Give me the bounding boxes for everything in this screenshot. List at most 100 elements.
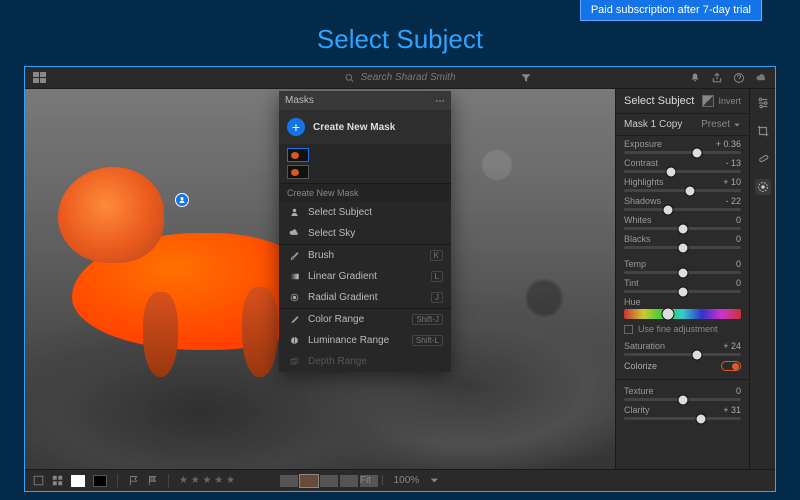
mask-tool-brush[interactable]: Brush K (279, 245, 451, 266)
grid-small-icon[interactable] (52, 475, 63, 486)
image-canvas[interactable]: Masks + Create New Mask Create New Mask … (25, 89, 615, 469)
preset-dropdown[interactable]: Preset (701, 119, 741, 130)
slider-value: + 31 (723, 405, 741, 415)
checkbox-label: Use fine adjustment (638, 324, 718, 334)
slider-value: 0 (736, 215, 741, 225)
mask-pin-icon[interactable] (175, 193, 189, 207)
slider-whites[interactable]: Whites0 (616, 212, 749, 231)
mask-item-select-subject[interactable]: Select Subject (279, 202, 451, 223)
share-icon[interactable] (711, 72, 723, 84)
masks-section-label: Create New Mask (279, 183, 451, 202)
luminance-icon (289, 335, 300, 346)
kbd-hint: Shift-J (412, 314, 443, 325)
invert-button[interactable]: Invert (702, 95, 741, 107)
bell-icon[interactable] (689, 72, 701, 84)
slider-shadows[interactable]: Shadows - 22 (616, 193, 749, 212)
mask-item-label: Select Sky (308, 228, 355, 239)
slider-temp[interactable]: Temp 0 (616, 256, 749, 275)
mask-range-color[interactable]: Color Range Shift-J (279, 309, 451, 330)
preset-label: Preset (701, 119, 730, 130)
topbar: Search Sharad Smith (25, 67, 775, 89)
mask-tool-radial-gradient[interactable]: Radial Gradient J (279, 287, 451, 308)
invert-label: Invert (718, 96, 741, 106)
search-input[interactable]: Search Sharad Smith (344, 72, 455, 83)
mask-item-select-sky[interactable]: Select Sky (279, 223, 451, 244)
tool-masking[interactable] (755, 179, 771, 195)
slider-label: Exposure (624, 139, 662, 149)
kbd-hint: K (430, 250, 443, 261)
mask-item-label: Luminance Range (308, 335, 389, 346)
slider-hue[interactable]: Hue (616, 294, 749, 320)
mask-range-luminance[interactable]: Luminance Range Shift-L (279, 330, 451, 351)
square-view-icon[interactable] (33, 475, 44, 486)
search-icon (344, 73, 354, 83)
slider-label: Texture (624, 386, 654, 396)
thumb-active[interactable] (300, 475, 318, 487)
slider-value: + 24 (723, 341, 741, 351)
tool-heal[interactable] (755, 151, 771, 167)
slider-value: 0 (736, 259, 741, 269)
slider-label: Temp (624, 259, 646, 269)
search-placeholder: Search Sharad Smith (360, 72, 455, 83)
slider-texture[interactable]: Texture 0 (616, 383, 749, 402)
mask-item-label: Depth Range (308, 356, 367, 367)
slider-clarity[interactable]: Clarity + 31 (616, 402, 749, 421)
slider-blacks[interactable]: Blacks0 (616, 231, 749, 250)
divider (117, 474, 118, 488)
tool-rail (749, 89, 775, 469)
slider-highlights[interactable]: Highlights+ 10 (616, 174, 749, 193)
fit-button[interactable]: Fit (360, 475, 371, 486)
help-icon[interactable] (733, 72, 745, 84)
thumb[interactable] (340, 475, 358, 487)
kbd-hint: Shift-L (412, 335, 443, 346)
slider-label: Blacks (624, 234, 651, 244)
slider-saturation[interactable]: Saturation+ 24 (616, 338, 749, 357)
slider-label: Tint (624, 278, 639, 288)
zoom-level[interactable]: 100% (394, 475, 420, 486)
tool-edit[interactable] (755, 95, 771, 111)
kbd-hint: L (431, 271, 443, 282)
person-icon (289, 207, 300, 218)
thumb[interactable] (320, 475, 338, 487)
mask-item-label: Color Range (308, 314, 364, 325)
mask-item-label: Brush (308, 250, 334, 261)
mask-item-label: Linear Gradient (308, 271, 377, 282)
flag-reject-icon[interactable] (147, 475, 158, 486)
chevron-down-icon[interactable] (429, 475, 440, 486)
slider-contrast[interactable]: Contrast- 13 (616, 155, 749, 174)
slider-value: - 22 (725, 196, 741, 206)
mask-thumb-1[interactable] (287, 148, 309, 162)
slider-tint[interactable]: Tint0 (616, 275, 749, 294)
slider-label: Hue (624, 297, 641, 307)
slider-label: Contrast (624, 158, 658, 168)
slider-exposure[interactable]: Exposure + 0.36 (616, 136, 749, 155)
mask-item-label: Select Subject (308, 207, 372, 218)
sky-icon (289, 228, 300, 239)
slider-label: Shadows (624, 196, 661, 206)
toggle-label: Colorize (624, 361, 657, 371)
mask-thumb-2[interactable] (287, 165, 309, 179)
swatch-black[interactable] (93, 475, 107, 487)
slider-value: 0 (736, 386, 741, 396)
cloud-icon[interactable] (755, 72, 767, 84)
slider-label: Highlights (624, 177, 664, 187)
mask-name-row[interactable]: Mask 1 Copy Preset (616, 114, 749, 136)
create-new-mask-label: Create New Mask (313, 122, 395, 133)
invert-icon (702, 95, 714, 107)
zoom-controls: Fit | 100% (360, 475, 440, 486)
thumb[interactable] (280, 475, 298, 487)
overflow-icon[interactable] (435, 96, 445, 106)
swatch-white[interactable] (71, 475, 85, 487)
slider-label: Clarity (624, 405, 650, 415)
masks-popover-header[interactable]: Masks (279, 91, 451, 110)
grid-view-icon[interactable] (33, 72, 47, 84)
fine-adjustment-checkbox[interactable]: Use fine adjustment (616, 320, 749, 338)
tool-crop[interactable] (755, 123, 771, 139)
brush-icon (289, 250, 300, 261)
flag-pick-icon[interactable] (128, 475, 139, 486)
slider-value: + 0.36 (716, 139, 741, 149)
mask-tool-linear-gradient[interactable]: Linear Gradient L (279, 266, 451, 287)
colorize-toggle[interactable]: Colorize (616, 357, 749, 375)
filter-icon[interactable] (520, 72, 532, 84)
create-new-mask-button[interactable]: + Create New Mask (279, 110, 451, 144)
